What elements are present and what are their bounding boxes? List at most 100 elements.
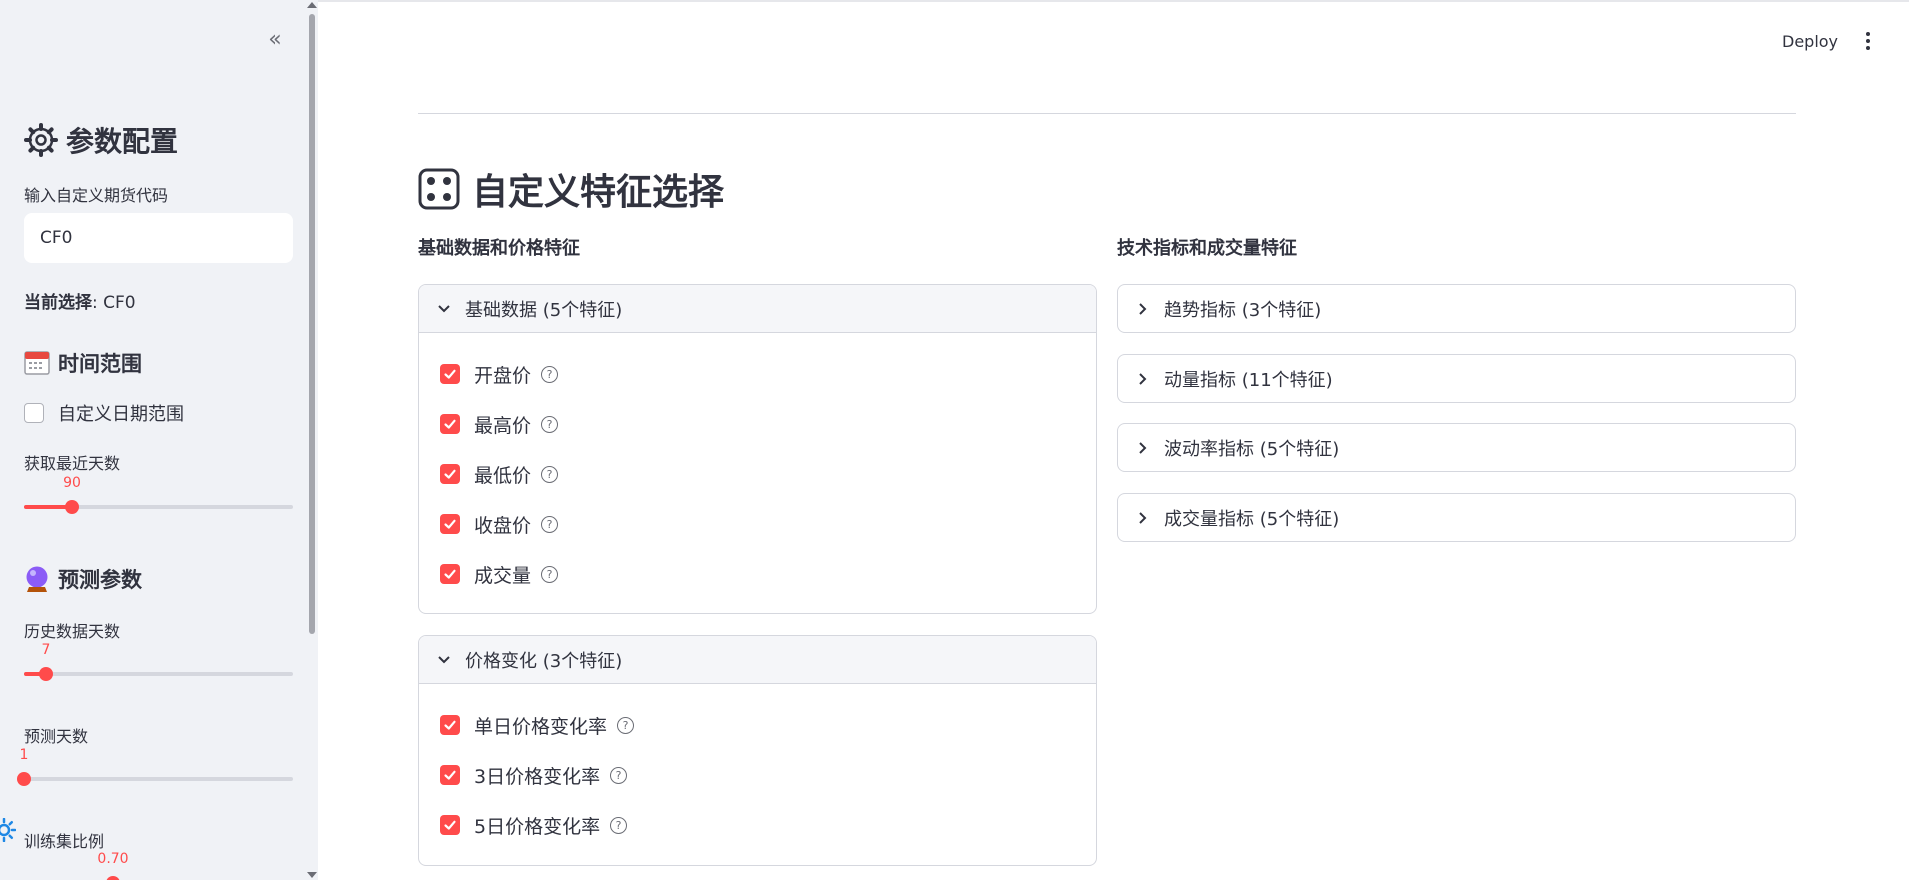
- feature-checkbox-row[interactable]: 开盘价?: [419, 349, 1096, 399]
- train-ratio-label: 训练集比例: [24, 832, 105, 851]
- history-days-label: 历史数据天数: [24, 622, 121, 641]
- feature-label: 5日价格变化率: [474, 815, 601, 838]
- deploy-button[interactable]: Deploy: [1770, 24, 1850, 58]
- feature-checkbox[interactable]: [440, 514, 460, 534]
- basic-data-expander-title: 基础数据 (5个特征): [465, 299, 623, 321]
- feature-checkbox-row[interactable]: 成交量?: [419, 549, 1096, 599]
- history-days-value: 7: [41, 642, 51, 658]
- trend-expander-title: 趋势指标 (3个特征): [1164, 300, 1322, 321]
- chevron-right-icon: [1136, 302, 1150, 316]
- basic-data-expander: 基础数据 (5个特征) 开盘价? 最高价? 最低价? 收盘价? 成交量?: [418, 284, 1097, 614]
- momentum-expander[interactable]: 动量指标 (11个特征): [1117, 354, 1796, 403]
- train-ratio-value: 0.70: [97, 851, 129, 867]
- scroll-up-arrow-icon[interactable]: [307, 2, 317, 8]
- feature-checkbox[interactable]: [440, 414, 460, 434]
- time-range-heading: 时间范围: [24, 348, 142, 378]
- sidebar-scrollbar[interactable]: [309, 14, 315, 634]
- calendar-icon: [24, 351, 50, 375]
- running-spinner-icon: [0, 818, 16, 842]
- time-range-title: 时间范围: [58, 352, 142, 376]
- feature-checkbox[interactable]: [440, 364, 460, 384]
- feature-checkbox-row[interactable]: 收盘价?: [419, 499, 1096, 549]
- config-heading: 参数配置: [24, 120, 178, 160]
- scroll-down-arrow-icon[interactable]: [307, 872, 317, 878]
- chevron-down-icon: [437, 653, 451, 667]
- price-change-expander-header[interactable]: 价格变化 (3个特征): [419, 636, 1096, 684]
- history-days-slider-thumb[interactable]: [39, 667, 53, 681]
- feature-checkbox-row[interactable]: 3日价格变化率?: [419, 750, 1096, 800]
- feature-label: 3日价格变化率: [474, 765, 601, 788]
- help-icon[interactable]: ?: [610, 816, 628, 834]
- feature-checkbox-row[interactable]: 最低价?: [419, 449, 1096, 499]
- basic-data-expander-header[interactable]: 基础数据 (5个特征): [419, 285, 1096, 333]
- volume-expander-title: 成交量指标 (5个特征): [1164, 509, 1340, 530]
- config-title: 参数配置: [66, 125, 179, 158]
- top-border: [318, 0, 1909, 2]
- price-change-expander: 价格变化 (3个特征) 单日价格变化率? 3日价格变化率? 5日价格变化率?: [418, 635, 1097, 866]
- feature-checkbox-row[interactable]: 最高价?: [419, 399, 1096, 449]
- price-change-expander-title: 价格变化 (3个特征): [465, 650, 623, 672]
- feature-label: 单日价格变化率: [474, 715, 608, 738]
- volatility-expander[interactable]: 波动率指标 (5个特征): [1117, 423, 1796, 472]
- chevron-right-icon: [1136, 441, 1150, 455]
- feature-label: 收盘价: [474, 514, 532, 537]
- predict-params-heading: 预测参数: [24, 564, 142, 594]
- feature-checkbox[interactable]: [440, 765, 460, 785]
- sidebar: « 参数配置 输入自定义期货代码 当前选择: CF0 时间范围 自定义日期范围: [0, 0, 318, 880]
- help-icon[interactable]: ?: [541, 565, 559, 583]
- predict-days-slider-thumb[interactable]: [17, 772, 31, 786]
- predict-params-title: 预测参数: [58, 568, 142, 592]
- volume-expander-header[interactable]: 成交量指标 (5个特征): [1118, 494, 1795, 541]
- futures-code-label: 输入自定义期货代码: [24, 186, 169, 205]
- feature-label: 最高价: [474, 414, 532, 437]
- feature-label: 成交量: [474, 564, 532, 587]
- feature-checkbox[interactable]: [440, 564, 460, 584]
- futures-code-input[interactable]: [24, 213, 293, 263]
- help-icon[interactable]: ?: [541, 415, 559, 433]
- recent-days-slider-thumb[interactable]: [65, 500, 79, 514]
- history-days-slider[interactable]: 7: [24, 642, 293, 684]
- page-title: 自定义特征选择: [418, 163, 724, 215]
- train-ratio-slider-thumb[interactable]: [106, 876, 120, 880]
- divider: [418, 113, 1796, 114]
- page-title-text: 自定义特征选择: [472, 172, 725, 213]
- left-column-title: 基础数据和价格特征: [418, 238, 580, 259]
- trend-expander[interactable]: 趋势指标 (3个特征): [1117, 284, 1796, 333]
- current-selection-value: : CF0: [92, 293, 136, 313]
- right-column-title: 技术指标和成交量特征: [1117, 238, 1297, 259]
- help-icon[interactable]: ?: [610, 766, 628, 784]
- custom-date-label: 自定义日期范围: [58, 404, 184, 425]
- momentum-expander-header[interactable]: 动量指标 (11个特征): [1118, 355, 1795, 402]
- chevron-right-icon: [1136, 372, 1150, 386]
- custom-date-checkbox[interactable]: [24, 403, 44, 423]
- recent-days-slider[interactable]: 90: [24, 475, 293, 517]
- collapse-sidebar-icon[interactable]: «: [260, 26, 286, 52]
- help-icon[interactable]: ?: [617, 716, 635, 734]
- recent-days-value: 90: [63, 475, 81, 491]
- main-menu-icon[interactable]: [1858, 24, 1878, 58]
- custom-date-checkbox-row[interactable]: 自定义日期范围: [24, 400, 184, 426]
- chevron-down-icon: [437, 302, 451, 316]
- train-ratio-slider[interactable]: 0.70: [24, 851, 293, 880]
- predict-days-slider[interactable]: 1: [17, 747, 293, 789]
- feature-label: 最低价: [474, 464, 532, 487]
- feature-checkbox-row[interactable]: 单日价格变化率?: [419, 700, 1096, 750]
- recent-days-label: 获取最近天数: [24, 454, 121, 473]
- feature-checkbox-row[interactable]: 5日价格变化率?: [419, 800, 1096, 850]
- predict-days-value: 1: [19, 747, 29, 763]
- feature-checkbox[interactable]: [440, 815, 460, 835]
- feature-checkbox[interactable]: [440, 715, 460, 735]
- trend-expander-header[interactable]: 趋势指标 (3个特征): [1118, 285, 1795, 332]
- dice-icon: [418, 168, 460, 210]
- volatility-expander-title: 波动率指标 (5个特征): [1164, 439, 1340, 460]
- volume-expander[interactable]: 成交量指标 (5个特征): [1117, 493, 1796, 542]
- predict-days-label: 预测天数: [24, 727, 89, 746]
- volatility-expander-header[interactable]: 波动率指标 (5个特征): [1118, 424, 1795, 471]
- feature-label: 开盘价: [474, 364, 532, 387]
- help-icon[interactable]: ?: [541, 365, 559, 383]
- feature-checkbox[interactable]: [440, 464, 460, 484]
- help-icon[interactable]: ?: [541, 515, 559, 533]
- chevron-right-icon: [1136, 511, 1150, 525]
- momentum-expander-title: 动量指标 (11个特征): [1164, 370, 1333, 391]
- help-icon[interactable]: ?: [541, 465, 559, 483]
